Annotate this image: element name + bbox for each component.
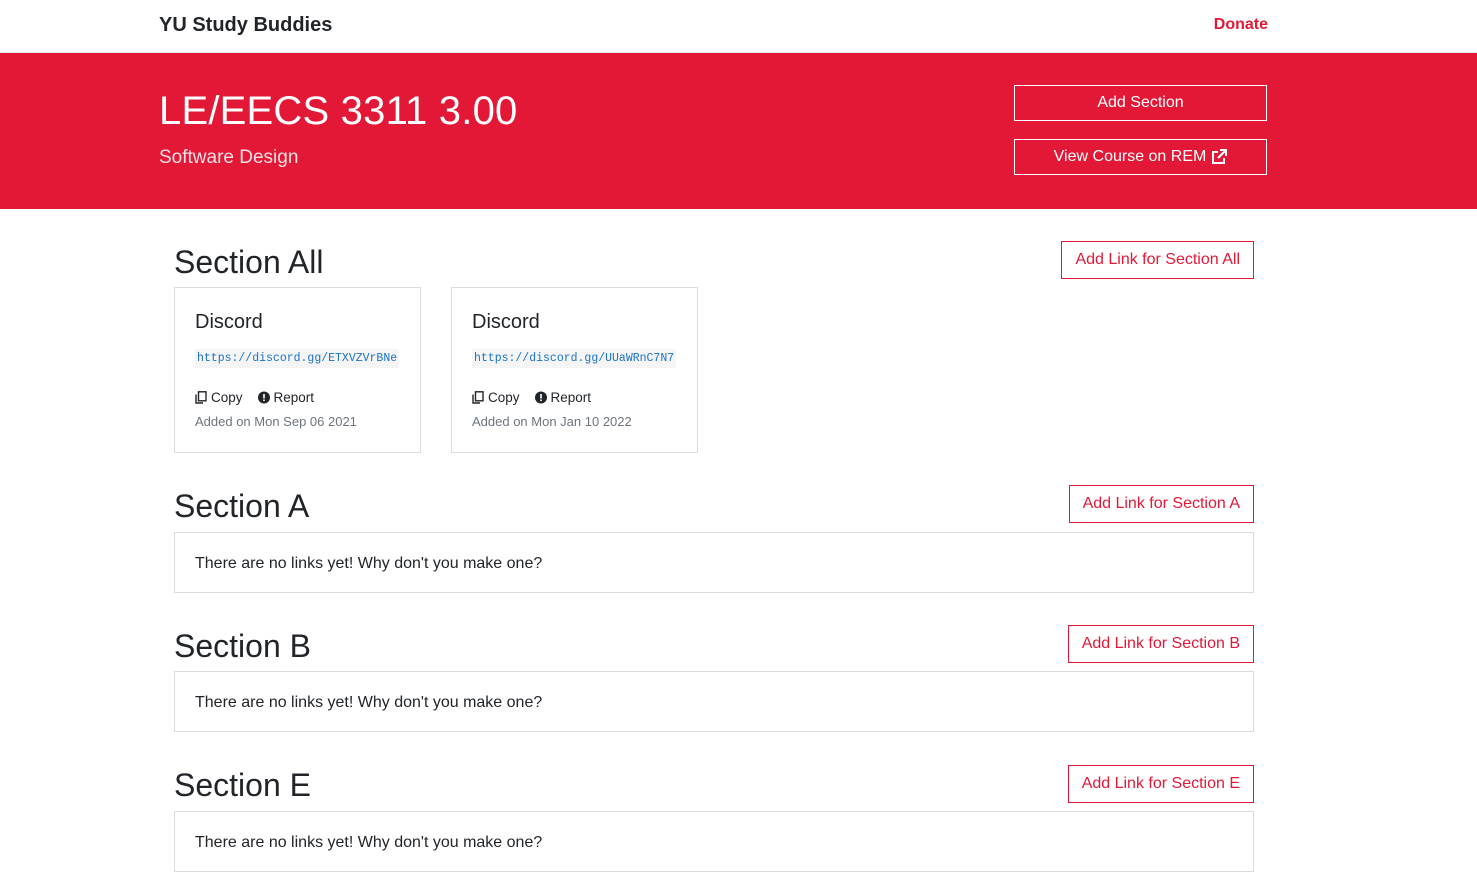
empty-links-message: There are no links yet! Why don't you ma…	[195, 834, 543, 851]
empty-links-message: There are no links yet! Why don't you ma…	[195, 694, 543, 711]
section-title: Section E	[174, 767, 311, 803]
add-link-section-all-button[interactable]: Add Link for Section All	[1061, 241, 1254, 279]
section-b: Section B Add Link for Section B There a…	[174, 625, 1254, 733]
added-date: Added on Mon Sep 06 2021	[195, 414, 357, 429]
external-link-icon	[1212, 149, 1228, 164]
link-url[interactable]: https://discord.gg/ETXVZVrBNe	[195, 349, 400, 368]
course-code-title: LE/EECS 3311 3.00	[159, 89, 518, 133]
link-platform: Discord	[472, 311, 540, 333]
section-title: Section A	[174, 488, 310, 524]
link-card: Discord https://discord.gg/ETXVZVrBNe Co…	[174, 287, 421, 453]
empty-links-box: There are no links yet! Why don't you ma…	[174, 671, 1254, 732]
view-course-on-rem-button[interactable]: View Course on REM	[1014, 139, 1267, 175]
course-header: LE/EECS 3311 3.00 Software Design Add Se…	[0, 53, 1477, 209]
copy-button[interactable]: Copy	[472, 390, 520, 405]
report-label: Report	[550, 390, 592, 405]
copy-label: Copy	[211, 390, 243, 405]
course-name-subtitle: Software Design	[159, 147, 299, 168]
exclamation-circle-icon	[257, 391, 270, 404]
copy-label: Copy	[488, 390, 520, 405]
copy-icon	[472, 391, 484, 404]
donate-link[interactable]: Donate	[1214, 16, 1268, 34]
link-url[interactable]: https://discord.gg/UUaWRnC7N7	[472, 349, 677, 368]
top-navbar: YU Study Buddies Donate	[0, 0, 1477, 53]
section-e: Section E Add Link for Section E There a…	[174, 765, 1254, 872]
empty-links-box: There are no links yet! Why don't you ma…	[174, 532, 1254, 593]
report-button[interactable]: Report	[257, 390, 315, 405]
exclamation-circle-icon	[534, 391, 547, 404]
view-rem-label: View Course on REM	[1053, 148, 1207, 165]
add-section-button[interactable]: Add Section	[1014, 85, 1267, 121]
section-all: Section All Add Link for Section All Dis…	[174, 241, 1254, 453]
add-link-section-a-button[interactable]: Add Link for Section A	[1068, 485, 1254, 523]
section-title: Section B	[174, 628, 311, 664]
added-date: Added on Mon Jan 10 2022	[472, 414, 632, 429]
copy-icon	[195, 391, 207, 404]
section-title: Section All	[174, 244, 324, 280]
add-section-label: Add Section	[1097, 94, 1184, 111]
link-platform: Discord	[195, 311, 263, 333]
link-card: Discord https://discord.gg/UUaWRnC7N7 Co…	[451, 287, 698, 453]
add-link-section-e-button[interactable]: Add Link for Section E	[1067, 765, 1254, 803]
copy-button[interactable]: Copy	[195, 390, 243, 405]
brand-logo-text[interactable]: YU Study Buddies	[159, 14, 332, 37]
empty-links-message: There are no links yet! Why don't you ma…	[195, 555, 543, 572]
add-link-section-b-button[interactable]: Add Link for Section B	[1067, 625, 1254, 663]
section-a: Section A Add Link for Section A There a…	[174, 485, 1254, 593]
report-label: Report	[273, 390, 315, 405]
empty-links-box: There are no links yet! Why don't you ma…	[174, 811, 1254, 872]
report-button[interactable]: Report	[534, 390, 592, 405]
